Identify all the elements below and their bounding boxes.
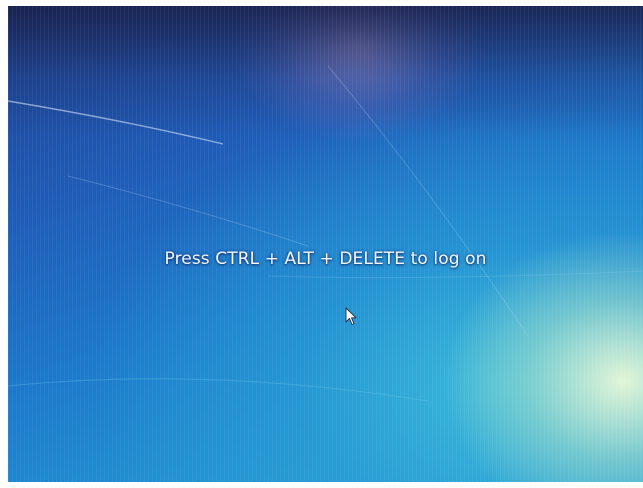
mouse-pointer-icon: [345, 307, 357, 325]
logon-screen[interactable]: Press CTRL + ALT + DELETE to log on: [8, 6, 643, 482]
screen-moire: [8, 6, 643, 482]
top-shadow: [8, 6, 643, 136]
wallpaper-light-streaks: [8, 65, 643, 402]
photo-frame: Press CTRL + ALT + DELETE to log on: [0, 0, 643, 488]
logon-instruction-text: Press CTRL + ALT + DELETE to log on: [164, 249, 487, 269]
